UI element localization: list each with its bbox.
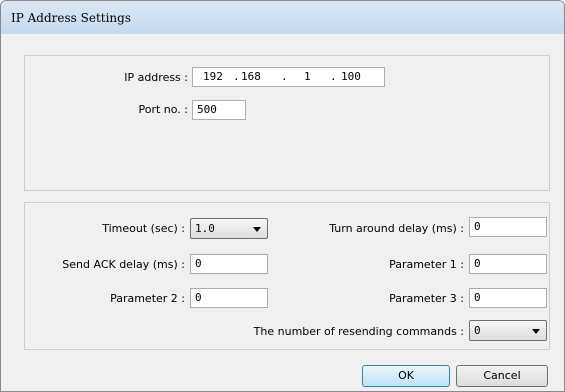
turn-around-delay-field[interactable]: 0 [469, 217, 547, 237]
ip-dot-2: . [281, 70, 288, 83]
ip-address-label: IP address : [124, 71, 188, 84]
port-label: Port no. : [138, 103, 188, 116]
ip-dot-1: . [233, 70, 240, 83]
timeout-value: 1.0 [195, 222, 215, 235]
parameter-2-field[interactable]: 0 [190, 288, 268, 308]
ip-octet-4[interactable]: 100 [341, 68, 361, 86]
ip-address-field[interactable]: 192 . 168 . 1 . 100 [192, 67, 385, 87]
parameter-2-label: Parameter 2 : [110, 292, 185, 305]
ip-address-settings-dialog: IP Address Settings IP address : 192 . 1… [0, 0, 565, 392]
parameter-1-label: Parameter 1 : [389, 258, 464, 271]
resending-commands-value: 0 [474, 324, 481, 337]
port-field[interactable]: 500 [192, 100, 246, 120]
title-bar[interactable]: IP Address Settings [1, 1, 564, 34]
ip-octet-3[interactable]: 1 [304, 68, 311, 86]
ip-octet-2[interactable]: 168 [241, 68, 261, 86]
send-ack-delay-field[interactable]: 0 [190, 254, 268, 274]
send-ack-delay-label: Send ACK delay (ms) : [62, 258, 185, 271]
parameter-3-field[interactable]: 0 [469, 288, 547, 308]
ok-button[interactable]: OK [362, 365, 450, 387]
cancel-button[interactable]: Cancel [456, 365, 548, 387]
parameter-1-field[interactable]: 0 [469, 254, 547, 274]
chevron-down-icon [253, 227, 261, 232]
timeout-select[interactable]: 1.0 [190, 218, 268, 239]
resending-commands-label: The number of resending commands : [253, 325, 464, 338]
turn-around-delay-label: Turn around delay (ms) : [329, 222, 464, 235]
chevron-down-icon [532, 329, 540, 334]
window-title: IP Address Settings [11, 11, 131, 25]
resending-commands-select[interactable]: 0 [469, 320, 547, 341]
ip-octet-1[interactable]: 192 [203, 68, 223, 86]
timeout-label: Timeout (sec) : [102, 222, 185, 235]
parameter-3-label: Parameter 3 : [389, 292, 464, 305]
ip-dot-3: . [330, 70, 337, 83]
